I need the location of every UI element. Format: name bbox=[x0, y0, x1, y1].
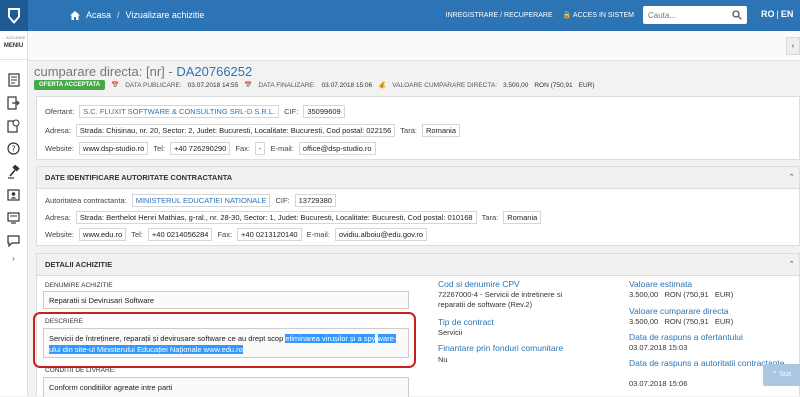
monitor-icon bbox=[7, 211, 20, 224]
supplier-name-link[interactable]: S.C. FLUXIT SOFTWARE & CONSULTING SRL-D … bbox=[79, 105, 280, 118]
status-badge: OFERTA ACCEPTATA bbox=[34, 80, 106, 90]
chevron-up-icon[interactable]: ˆ bbox=[790, 167, 793, 189]
authority-phone: +40 0214056284 bbox=[147, 228, 213, 241]
denumire-label: DENUMIRE ACHIZITIE bbox=[45, 282, 113, 289]
cpv-title: Cod si denumire CPV bbox=[438, 279, 520, 289]
supplier-phone: +40 726290290 bbox=[170, 142, 231, 155]
search-icon[interactable] bbox=[732, 10, 742, 20]
purchase-meta: OFERTA ACCEPTATA 📅 DATA PUBLICARE: 03.07.… bbox=[34, 80, 595, 90]
toolbar-strip: ‹ bbox=[28, 31, 800, 61]
authority-panel-header[interactable]: DATE IDENTIFICARE AUTORITATE CONTRACTANT… bbox=[37, 167, 799, 189]
scroll-top-button[interactable]: ⌃ Sus bbox=[763, 364, 800, 386]
lang-en[interactable]: EN bbox=[781, 9, 794, 19]
supplier-fax: - bbox=[254, 142, 266, 155]
menu-toggle-button[interactable]: ← ASCUNDE MENIU bbox=[0, 31, 27, 60]
authority-address-row: Adresa: Strada: Berthelot Henri Mathias,… bbox=[45, 211, 542, 224]
register-link[interactable]: 👤 INREGISTRARE / RECUPERARE bbox=[435, 11, 553, 19]
authority-panel: DATE IDENTIFICARE AUTORITATE CONTRACTANT… bbox=[36, 166, 800, 246]
account-links: 👤 INREGISTRARE / RECUPERARE 🔒 ACCES IN S… bbox=[435, 11, 634, 19]
lang-ro[interactable]: RO bbox=[761, 9, 775, 19]
direct-value: 3.500,00 RON (750,91 EUR) bbox=[629, 317, 734, 326]
breadcrumb: Acasa / Vizualizare achizitie bbox=[70, 10, 204, 20]
chevron-up-icon[interactable]: ˆ bbox=[790, 254, 793, 276]
authority-cif: 13729380 bbox=[294, 194, 336, 207]
report-icon bbox=[7, 119, 20, 133]
conditii-field: Conform conditiilor agreate intre parti bbox=[43, 377, 409, 397]
contract-type-title: Tip de contract bbox=[438, 317, 494, 327]
supplier-website[interactable]: www.dsp-studio.ro bbox=[79, 142, 149, 155]
breadcrumb-separator: / bbox=[117, 10, 120, 20]
calendar-icon: 📅 bbox=[244, 82, 253, 89]
calendar-icon: 📅 bbox=[111, 82, 120, 89]
supplier-contact-row: Website: www.dsp-studio.ro Tel: +40 7262… bbox=[45, 142, 376, 155]
site-logo[interactable] bbox=[0, 0, 28, 31]
top-bar: Acasa / Vizualizare achizitie 👤 INREGIST… bbox=[0, 0, 800, 31]
direct-value-title: Valoare cumparare directa bbox=[629, 306, 729, 316]
conditii-label: CONDITII DE LIVRARE: bbox=[45, 367, 116, 374]
cpv-value: 72267000-4 - Servicii de intretinere si … bbox=[438, 290, 563, 309]
purchase-code: DA20766252 bbox=[176, 64, 253, 79]
sidebar-item-help[interactable]: ? bbox=[0, 137, 27, 160]
sidebar-item-monitor[interactable] bbox=[0, 206, 27, 229]
supplier-country: Romania bbox=[421, 124, 460, 137]
supplier-response-date: 03.07.2018 15:03 bbox=[629, 343, 688, 352]
sidebar-item-reports[interactable] bbox=[0, 114, 27, 137]
authority-country: Romania bbox=[503, 211, 542, 224]
contract-type-value: Servicii bbox=[438, 328, 463, 337]
breadcrumb-current: Vizualizare achizitie bbox=[125, 10, 205, 20]
supplier-address-row: Adresa: Strada: Chisinau, nr. 20, Sector… bbox=[45, 124, 460, 137]
chat-icon bbox=[7, 234, 20, 247]
help-icon: ? bbox=[7, 142, 20, 155]
denumire-field: Reparatii si Devirusari Software bbox=[43, 291, 409, 309]
shield-logo-icon bbox=[8, 7, 20, 24]
authority-fax: +40 0213120140 bbox=[237, 228, 302, 241]
sidebar-item-documents[interactable] bbox=[0, 68, 27, 91]
sidebar-expand-arrow-icon[interactable]: › bbox=[0, 254, 27, 263]
eu-funding-value: Nu bbox=[438, 355, 448, 364]
estimated-value-title: Valoare estimata bbox=[629, 279, 693, 289]
authority-email: ovidiu.alboiu@edu.gov.ro bbox=[334, 228, 428, 241]
authority-website[interactable]: www.edu.ro bbox=[79, 228, 127, 241]
language-switch: RO | EN bbox=[761, 9, 794, 19]
eu-funding-title: Finantare prin fonduri comunitare bbox=[438, 343, 564, 353]
breadcrumb-home[interactable]: Acasa bbox=[86, 10, 111, 20]
supplier-address: Strada: Chisinau, nr. 20, Sector: 2, Jud… bbox=[75, 124, 396, 137]
supplier-response-title: Data de raspuns a ofertantului bbox=[629, 332, 743, 342]
id-card-icon bbox=[7, 188, 20, 201]
supplier-cif: 35099609 bbox=[303, 105, 345, 118]
login-link[interactable]: 🔒 ACCES IN SISTEM bbox=[563, 11, 634, 19]
details-panel-header[interactable]: DETALII ACHIZITIE ˆ bbox=[37, 254, 799, 276]
authority-name-link[interactable]: MINISTERUL EDUCATIEI NATIONALE bbox=[131, 194, 271, 207]
supplier-name-row: Ofertant: S.C. FLUXIT SOFTWARE & CONSULT… bbox=[45, 105, 345, 118]
gavel-icon bbox=[8, 164, 20, 179]
authority-address: Strada: Berthelot Henri Mathias, g-ral.,… bbox=[75, 211, 477, 224]
supplier-panel: Ofertant: S.C. FLUXIT SOFTWARE & CONSULT… bbox=[36, 96, 800, 160]
authority-contact-row: Website: www.edu.ro Tel: +40 0214056284 … bbox=[45, 228, 428, 241]
home-icon bbox=[70, 10, 80, 20]
search-box bbox=[643, 6, 747, 24]
details-panel: DETALII ACHIZITIE ˆ DENUMIRE ACHIZITIE R… bbox=[33, 253, 800, 397]
estimated-value: 3.500,00 RON (750,91 EUR) bbox=[629, 290, 734, 299]
authority-name-row: Autoritatea contractanta: MINISTERUL EDU… bbox=[45, 194, 336, 207]
document-icon bbox=[7, 72, 20, 87]
svg-text:?: ? bbox=[11, 145, 15, 154]
authority-response-date: 03.07.2018 15:06 bbox=[629, 379, 688, 388]
highlight-annotation bbox=[33, 312, 416, 368]
collapse-panel-button[interactable]: ‹ bbox=[786, 37, 800, 55]
supplier-email: office@dsp-studio.ro bbox=[298, 142, 376, 155]
sidebar-item-profile[interactable] bbox=[0, 183, 27, 206]
export-icon bbox=[7, 95, 20, 110]
search-input[interactable] bbox=[643, 6, 727, 24]
sidebar-item-legal[interactable] bbox=[0, 160, 27, 183]
money-icon: 💰 bbox=[378, 82, 387, 89]
sidebar-item-export[interactable] bbox=[0, 91, 27, 114]
sidebar-item-messages[interactable] bbox=[0, 229, 27, 252]
sidebar: ← ASCUNDE MENIU ? › bbox=[0, 31, 28, 396]
page-title: cumparare directa: [nr] - DA20766252 bbox=[34, 64, 253, 79]
